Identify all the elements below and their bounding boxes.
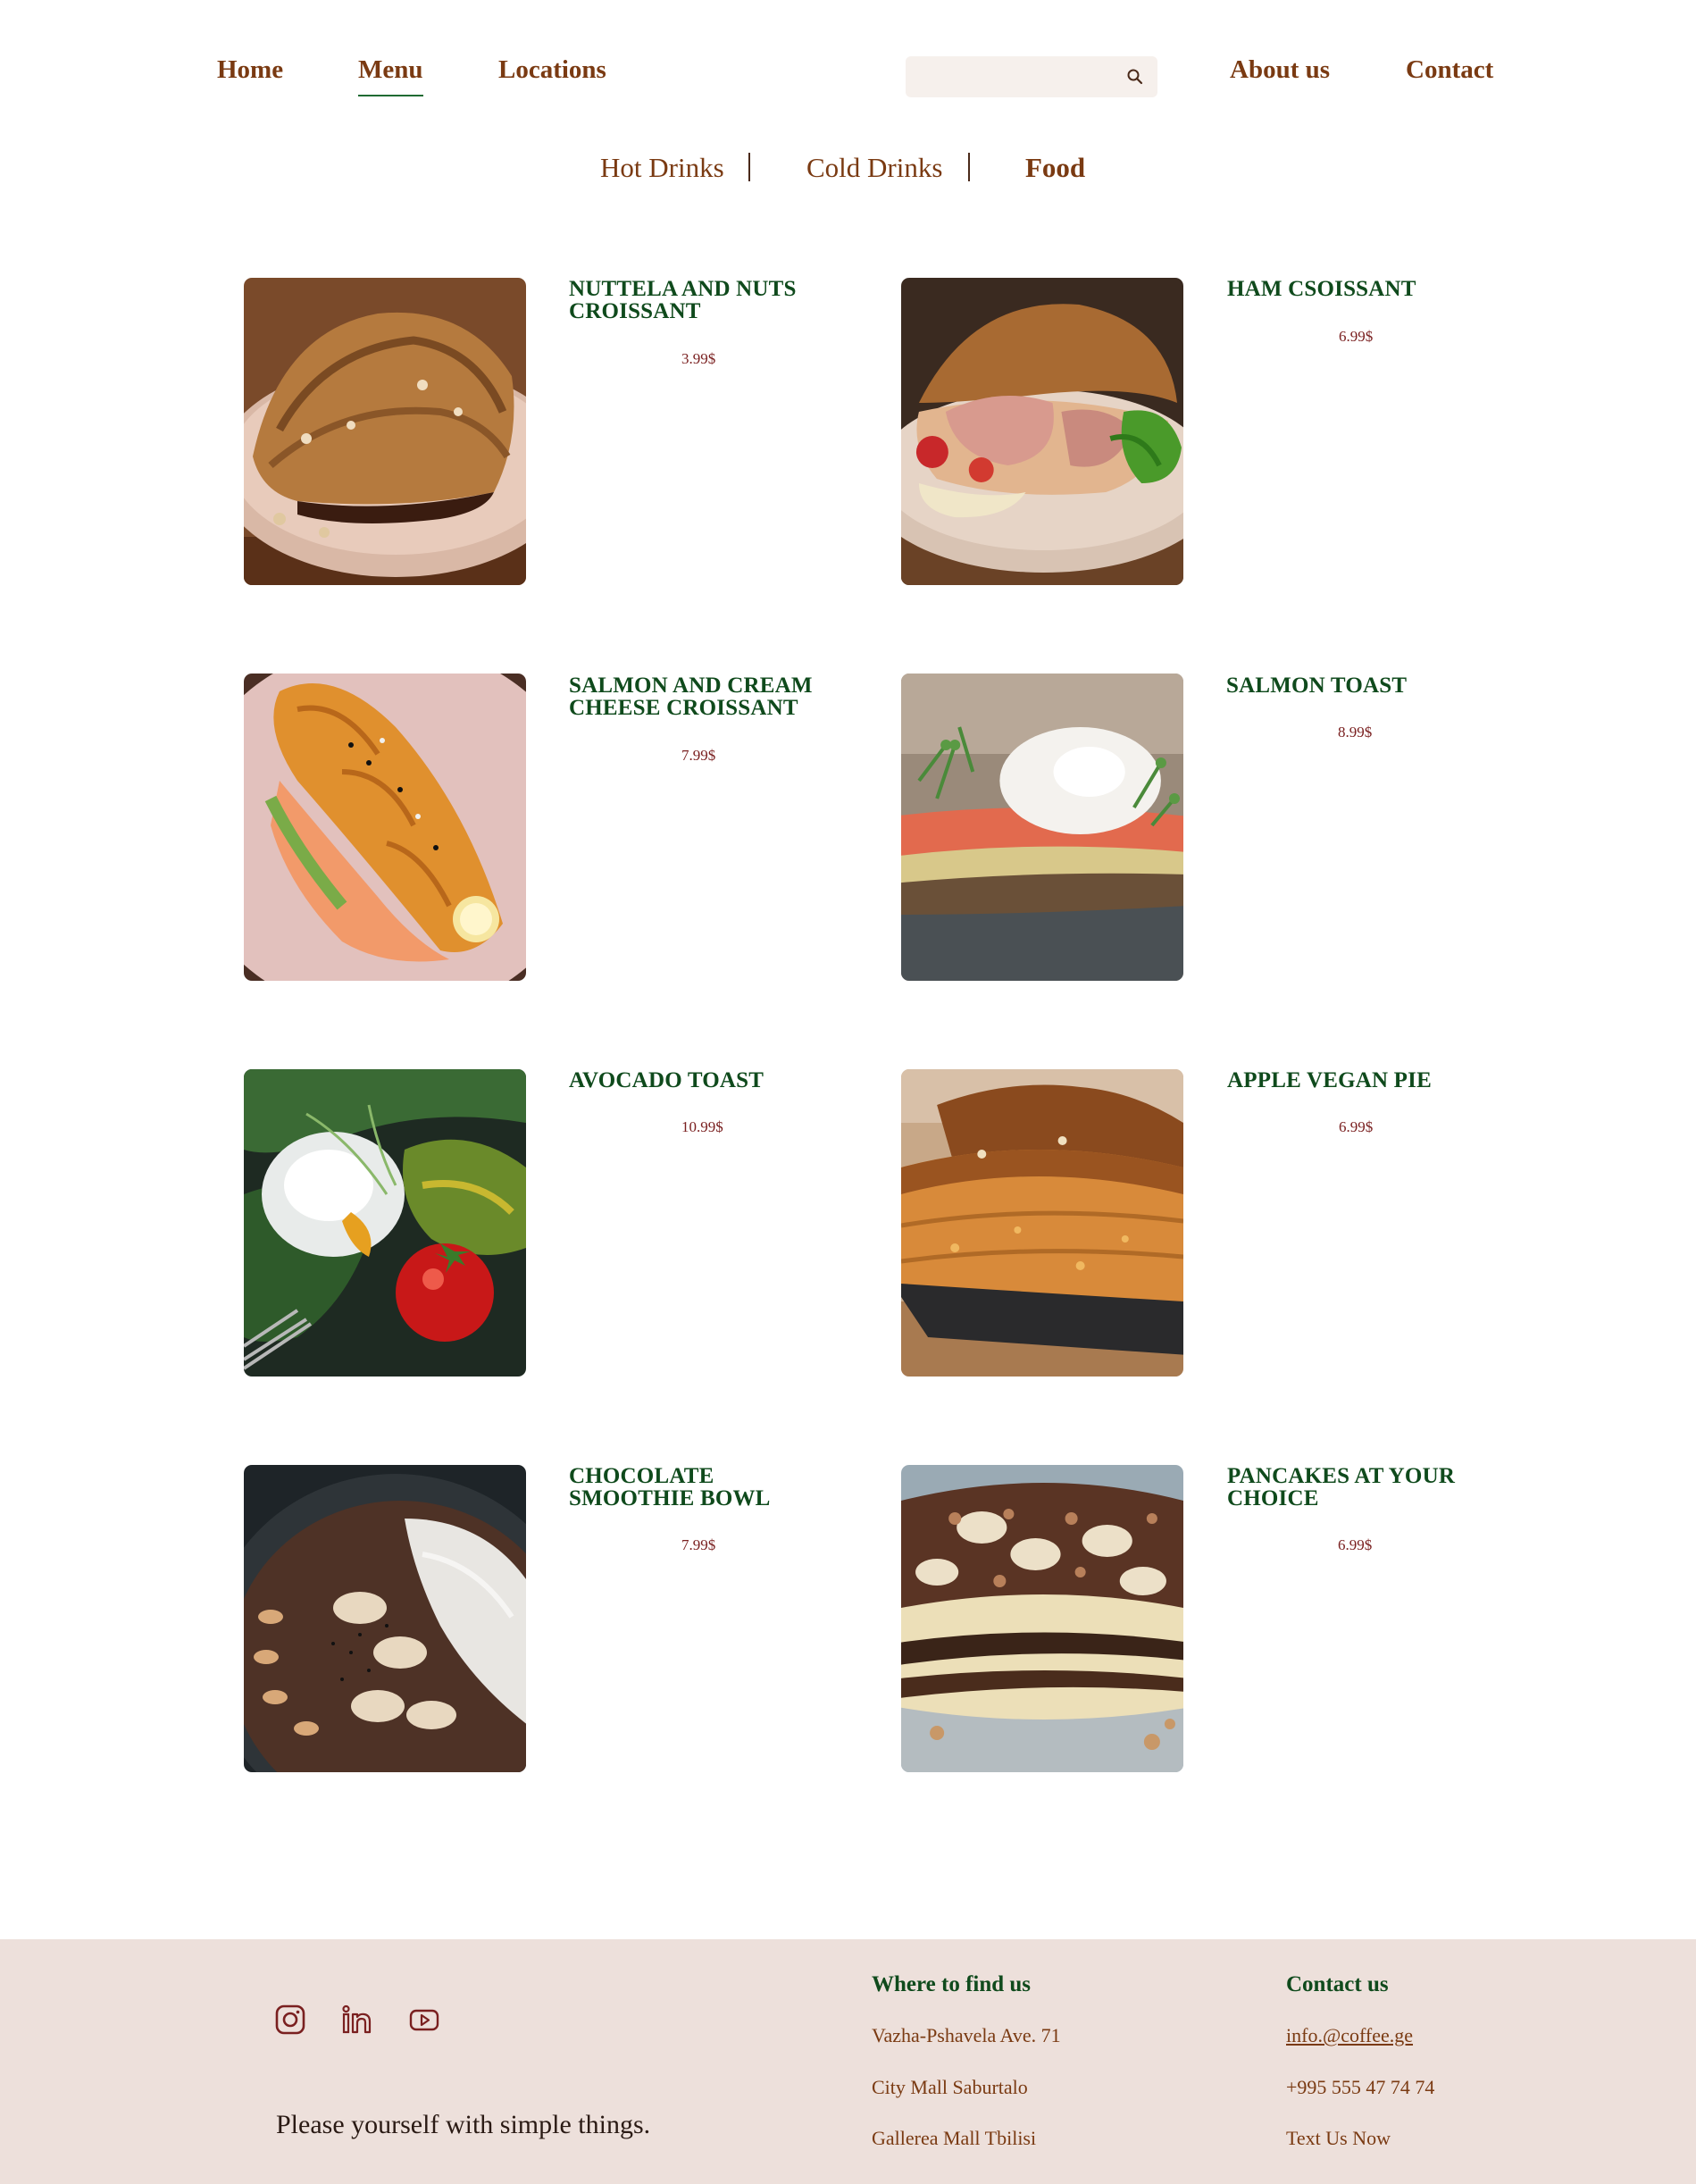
pancakes-photo: [901, 1465, 1183, 1772]
nav-home[interactable]: Home: [217, 52, 283, 88]
nutella-croissant-photo: [244, 278, 526, 585]
avocado-toast-photo: [244, 1069, 526, 1377]
search-box: [906, 56, 1157, 97]
tab-food[interactable]: Food: [1025, 150, 1085, 186]
location-item: City Mall Saburtalo: [872, 2076, 1028, 2098]
nav-contact[interactable]: Contact: [1406, 52, 1493, 88]
search-input[interactable]: [918, 63, 1118, 92]
tab-divider: [748, 153, 750, 181]
search-icon[interactable]: [1124, 66, 1146, 88]
item-name: CHOCOLATE SMOOTHIE BOWL: [569, 1464, 771, 1510]
item-price: 3.99$: [681, 350, 716, 367]
item-price: 10.99$: [681, 1118, 723, 1135]
item-name: SALMON TOAST: [1226, 674, 1408, 698]
phone-number: +995 555 47 74 74: [1286, 2076, 1435, 2098]
apple-pie-photo: [901, 1069, 1183, 1377]
item-price: 6.99$: [1339, 328, 1374, 345]
item-price: 7.99$: [681, 1536, 716, 1553]
salmon-croissant-photo: [244, 674, 526, 981]
location-item: Vazha-Pshavela Ave. 71: [872, 2024, 1061, 2046]
tab-cold-drinks[interactable]: Cold Drinks: [806, 150, 942, 186]
nav-menu[interactable]: Menu: [358, 52, 423, 96]
item-price: 6.99$: [1339, 1118, 1374, 1135]
item-name: NUTTELA AND NUTS CROISSANT: [569, 277, 797, 323]
location-item: Gallerea Mall Tbilisi: [872, 2127, 1037, 2149]
salmon-toast-photo: [901, 674, 1183, 981]
youtube-icon[interactable]: [408, 2004, 440, 2036]
item-name: AVOCADO TOAST: [569, 1068, 764, 1092]
text-us-link[interactable]: Text Us Now: [1286, 2126, 1391, 2151]
ham-croissant-photo: [901, 278, 1183, 585]
contact-heading: Contact us: [1286, 1972, 1389, 1996]
nav-about[interactable]: About us: [1230, 52, 1330, 88]
item-price: 7.99$: [681, 747, 716, 764]
nav-locations[interactable]: Locations: [498, 52, 606, 88]
smoothie-bowl-photo: [244, 1465, 526, 1772]
item-name: PANCAKES AT YOUR CHOICE: [1227, 1464, 1456, 1510]
footer: [0, 1939, 1696, 2184]
tab-hot-drinks[interactable]: Hot Drinks: [600, 150, 724, 186]
footer-tagline: Please yourself with simple things.: [276, 2110, 651, 2139]
item-name: SALMON AND CREAM CHEESE CROISSANT: [569, 674, 813, 720]
item-price: 6.99$: [1338, 1536, 1373, 1553]
item-name: HAM CSOISSANT: [1227, 277, 1416, 301]
linkedin-icon[interactable]: [341, 2004, 373, 2036]
item-price: 8.99$: [1338, 724, 1373, 741]
item-name: APPLE VEGAN PIE: [1227, 1068, 1432, 1092]
tab-divider: [968, 153, 970, 181]
email-link[interactable]: info.@coffee.ge: [1286, 2023, 1413, 2048]
find-us-heading: Where to find us: [872, 1972, 1032, 1996]
instagram-icon[interactable]: [274, 2004, 306, 2036]
